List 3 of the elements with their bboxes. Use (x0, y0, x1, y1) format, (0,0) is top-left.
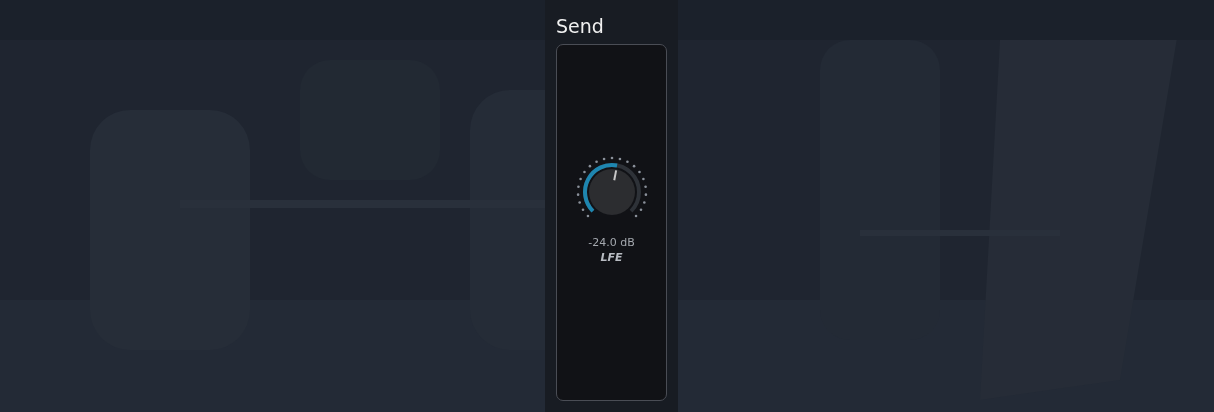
panel-title: Send (556, 14, 605, 38)
knob-label: LFE (600, 250, 623, 264)
knob-reading: -24.0 dB (588, 235, 635, 249)
